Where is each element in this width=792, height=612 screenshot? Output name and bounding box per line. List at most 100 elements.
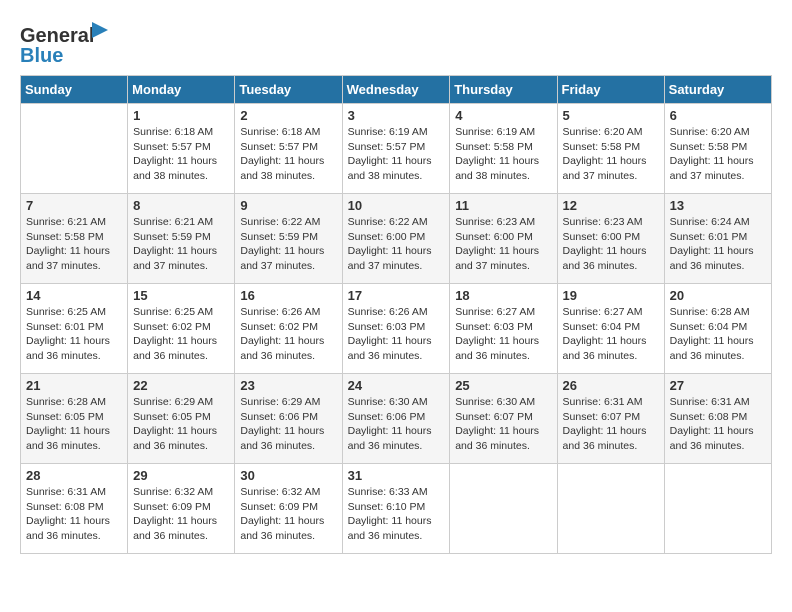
- day-info: Sunrise: 6:31 AMSunset: 6:08 PMDaylight:…: [670, 395, 766, 454]
- calendar-cell: 28 Sunrise: 6:31 AMSunset: 6:08 PMDayligh…: [21, 464, 128, 554]
- calendar-cell: [664, 464, 771, 554]
- day-number: 2: [240, 108, 336, 123]
- column-header-saturday: Saturday: [664, 76, 771, 104]
- day-number: 24: [348, 378, 445, 393]
- logo: GeneralBlue: [20, 20, 110, 65]
- day-number: 29: [133, 468, 229, 483]
- day-number: 23: [240, 378, 336, 393]
- day-info: Sunrise: 6:30 AMSunset: 6:07 PMDaylight:…: [455, 395, 551, 454]
- day-info: Sunrise: 6:28 AMSunset: 6:04 PMDaylight:…: [670, 305, 766, 364]
- day-number: 6: [670, 108, 766, 123]
- day-info: Sunrise: 6:22 AMSunset: 5:59 PMDaylight:…: [240, 215, 336, 274]
- column-header-wednesday: Wednesday: [342, 76, 450, 104]
- day-info: Sunrise: 6:26 AMSunset: 6:02 PMDaylight:…: [240, 305, 336, 364]
- calendar-week-1: 1 Sunrise: 6:18 AMSunset: 5:57 PMDaylight…: [21, 104, 772, 194]
- day-number: 14: [26, 288, 122, 303]
- day-info: Sunrise: 6:26 AMSunset: 6:03 PMDaylight:…: [348, 305, 445, 364]
- calendar-cell: 27 Sunrise: 6:31 AMSunset: 6:08 PMDayligh…: [664, 374, 771, 464]
- calendar-cell: 19 Sunrise: 6:27 AMSunset: 6:04 PMDayligh…: [557, 284, 664, 374]
- day-number: 10: [348, 198, 445, 213]
- calendar-cell: 29 Sunrise: 6:32 AMSunset: 6:09 PMDayligh…: [128, 464, 235, 554]
- day-info: Sunrise: 6:20 AMSunset: 5:58 PMDaylight:…: [670, 125, 766, 184]
- day-info: Sunrise: 6:18 AMSunset: 5:57 PMDaylight:…: [133, 125, 229, 184]
- day-info: Sunrise: 6:31 AMSunset: 6:07 PMDaylight:…: [563, 395, 659, 454]
- column-header-sunday: Sunday: [21, 76, 128, 104]
- day-info: Sunrise: 6:23 AMSunset: 6:00 PMDaylight:…: [563, 215, 659, 274]
- day-info: Sunrise: 6:31 AMSunset: 6:08 PMDaylight:…: [26, 485, 122, 544]
- day-info: Sunrise: 6:24 AMSunset: 6:01 PMDaylight:…: [670, 215, 766, 274]
- day-number: 27: [670, 378, 766, 393]
- calendar-cell: 11 Sunrise: 6:23 AMSunset: 6:00 PMDayligh…: [450, 194, 557, 284]
- day-info: Sunrise: 6:29 AMSunset: 6:06 PMDaylight:…: [240, 395, 336, 454]
- day-number: 26: [563, 378, 659, 393]
- calendar-cell: 5 Sunrise: 6:20 AMSunset: 5:58 PMDaylight…: [557, 104, 664, 194]
- calendar-cell: 8 Sunrise: 6:21 AMSunset: 5:59 PMDaylight…: [128, 194, 235, 284]
- day-number: 28: [26, 468, 122, 483]
- day-info: Sunrise: 6:28 AMSunset: 6:05 PMDaylight:…: [26, 395, 122, 454]
- day-number: 16: [240, 288, 336, 303]
- column-header-friday: Friday: [557, 76, 664, 104]
- calendar-cell: 10 Sunrise: 6:22 AMSunset: 6:00 PMDayligh…: [342, 194, 450, 284]
- day-info: Sunrise: 6:19 AMSunset: 5:58 PMDaylight:…: [455, 125, 551, 184]
- day-info: Sunrise: 6:19 AMSunset: 5:57 PMDaylight:…: [348, 125, 445, 184]
- day-number: 4: [455, 108, 551, 123]
- day-number: 21: [26, 378, 122, 393]
- calendar-cell: 30 Sunrise: 6:32 AMSunset: 6:09 PMDayligh…: [235, 464, 342, 554]
- day-info: Sunrise: 6:32 AMSunset: 6:09 PMDaylight:…: [133, 485, 229, 544]
- day-number: 19: [563, 288, 659, 303]
- day-number: 12: [563, 198, 659, 213]
- day-info: Sunrise: 6:25 AMSunset: 6:01 PMDaylight:…: [26, 305, 122, 364]
- day-number: 15: [133, 288, 229, 303]
- calendar-cell: [450, 464, 557, 554]
- calendar-cell: 2Sunrise: 6:18 AMSunset: 5:57 PMDaylight…: [235, 104, 342, 194]
- day-info: Sunrise: 6:30 AMSunset: 6:06 PMDaylight:…: [348, 395, 445, 454]
- day-info: Sunrise: 6:23 AMSunset: 6:00 PMDaylight:…: [455, 215, 551, 274]
- calendar-header-row: SundayMondayTuesdayWednesdayThursdayFrid…: [21, 76, 772, 104]
- calendar-cell: 4 Sunrise: 6:19 AMSunset: 5:58 PMDaylight…: [450, 104, 557, 194]
- day-number: 13: [670, 198, 766, 213]
- calendar-cell: 9Sunrise: 6:22 AMSunset: 5:59 PMDaylight…: [235, 194, 342, 284]
- calendar-cell: 20 Sunrise: 6:28 AMSunset: 6:04 PMDayligh…: [664, 284, 771, 374]
- day-number: 8: [133, 198, 229, 213]
- calendar-cell: 22Sunrise: 6:29 AMSunset: 6:05 PMDayligh…: [128, 374, 235, 464]
- calendar-cell: 15 Sunrise: 6:25 AMSunset: 6:02 PMDayligh…: [128, 284, 235, 374]
- calendar-cell: 26 Sunrise: 6:31 AMSunset: 6:07 PMDayligh…: [557, 374, 664, 464]
- day-info: Sunrise: 6:21 AMSunset: 5:59 PMDaylight:…: [133, 215, 229, 274]
- day-number: 17: [348, 288, 445, 303]
- day-number: 5: [563, 108, 659, 123]
- calendar-week-5: 28 Sunrise: 6:31 AMSunset: 6:08 PMDayligh…: [21, 464, 772, 554]
- day-info: Sunrise: 6:20 AMSunset: 5:58 PMDaylight:…: [563, 125, 659, 184]
- calendar-cell: [557, 464, 664, 554]
- calendar-cell: 3 Sunrise: 6:19 AMSunset: 5:57 PMDaylight…: [342, 104, 450, 194]
- svg-text:General: General: [20, 25, 94, 47]
- calendar-week-4: 21 Sunrise: 6:28 AMSunset: 6:05 PMDayligh…: [21, 374, 772, 464]
- day-info: Sunrise: 6:27 AMSunset: 6:04 PMDaylight:…: [563, 305, 659, 364]
- day-number: 1: [133, 108, 229, 123]
- calendar-cell: 13 Sunrise: 6:24 AMSunset: 6:01 PMDayligh…: [664, 194, 771, 284]
- calendar-cell: 18 Sunrise: 6:27 AMSunset: 6:03 PMDayligh…: [450, 284, 557, 374]
- day-number: 31: [348, 468, 445, 483]
- day-info: Sunrise: 6:29 AMSunset: 6:05 PMDaylight:…: [133, 395, 229, 454]
- day-info: Sunrise: 6:27 AMSunset: 6:03 PMDaylight:…: [455, 305, 551, 364]
- calendar-cell: 14 Sunrise: 6:25 AMSunset: 6:01 PMDayligh…: [21, 284, 128, 374]
- day-number: 3: [348, 108, 445, 123]
- day-info: Sunrise: 6:32 AMSunset: 6:09 PMDaylight:…: [240, 485, 336, 544]
- calendar-week-3: 14 Sunrise: 6:25 AMSunset: 6:01 PMDayligh…: [21, 284, 772, 374]
- calendar-cell: 31 Sunrise: 6:33 AMSunset: 6:10 PMDayligh…: [342, 464, 450, 554]
- page-header: GeneralBlue: [20, 20, 772, 65]
- day-info: Sunrise: 6:22 AMSunset: 6:00 PMDaylight:…: [348, 215, 445, 274]
- calendar-cell: 23 Sunrise: 6:29 AMSunset: 6:06 PMDayligh…: [235, 374, 342, 464]
- calendar-cell: 21 Sunrise: 6:28 AMSunset: 6:05 PMDayligh…: [21, 374, 128, 464]
- day-number: 18: [455, 288, 551, 303]
- calendar-cell: 6 Sunrise: 6:20 AMSunset: 5:58 PMDaylight…: [664, 104, 771, 194]
- day-info: Sunrise: 6:33 AMSunset: 6:10 PMDaylight:…: [348, 485, 445, 544]
- day-info: Sunrise: 6:25 AMSunset: 6:02 PMDaylight:…: [133, 305, 229, 364]
- day-number: 20: [670, 288, 766, 303]
- calendar-cell: 1 Sunrise: 6:18 AMSunset: 5:57 PMDaylight…: [128, 104, 235, 194]
- day-number: 30: [240, 468, 336, 483]
- calendar-cell: 7Sunrise: 6:21 AMSunset: 5:58 PMDaylight…: [21, 194, 128, 284]
- day-info: Sunrise: 6:21 AMSunset: 5:58 PMDaylight:…: [26, 215, 122, 274]
- calendar-cell: 12 Sunrise: 6:23 AMSunset: 6:00 PMDayligh…: [557, 194, 664, 284]
- calendar-cell: 24 Sunrise: 6:30 AMSunset: 6:06 PMDayligh…: [342, 374, 450, 464]
- day-number: 11: [455, 198, 551, 213]
